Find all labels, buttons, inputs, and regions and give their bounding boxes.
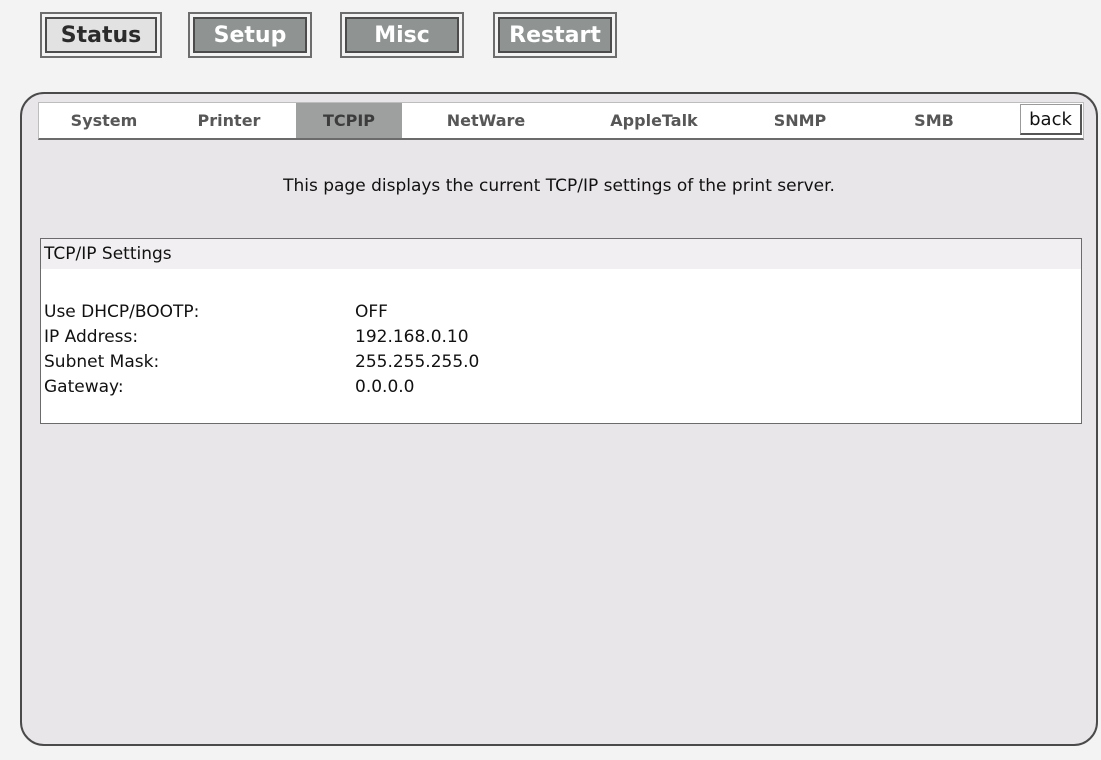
status-button[interactable]: Status (40, 12, 162, 58)
tab-smb[interactable]: SMB (889, 103, 979, 138)
tab-appletalk[interactable]: AppleTalk (579, 103, 729, 138)
tab-tcpip[interactable]: TCPIP (296, 103, 402, 138)
main-panel: System Printer TCPIP NetWare AppleTalk S… (20, 92, 1098, 746)
tab-system[interactable]: System (49, 103, 159, 138)
settings-row-gateway: Gateway: 0.0.0.0 (44, 374, 1074, 399)
back-button[interactable]: back (1020, 104, 1082, 135)
setting-value: 192.168.0.10 (355, 326, 469, 347)
settings-row-subnet-mask: Subnet Mask: 255.255.255.0 (44, 349, 1074, 374)
setting-label: Subnet Mask: (44, 351, 160, 372)
settings-row-dhcp: Use DHCP/BOOTP: OFF (44, 299, 1074, 324)
settings-row-ip-address: IP Address: 192.168.0.10 (44, 324, 1074, 349)
setup-button[interactable]: Setup (188, 12, 312, 58)
tab-netware[interactable]: NetWare (415, 103, 557, 138)
setting-label: IP Address: (44, 326, 139, 347)
settings-title: TCP/IP Settings (41, 239, 1081, 269)
setting-value: 255.255.255.0 (355, 351, 480, 372)
restart-button-label: Restart (498, 17, 612, 53)
setup-button-label: Setup (193, 17, 307, 53)
tcpip-settings-table: TCP/IP Settings Use DHCP/BOOTP: OFF IP A… (40, 238, 1082, 424)
status-button-label: Status (45, 17, 157, 53)
tab-printer[interactable]: Printer (179, 103, 279, 138)
settings-rows: Use DHCP/BOOTP: OFF IP Address: 192.168.… (44, 299, 1074, 399)
setting-value: OFF (355, 301, 388, 322)
tab-snmp[interactable]: SNMP (745, 103, 855, 138)
restart-button[interactable]: Restart (493, 12, 617, 58)
setting-label: Gateway: (44, 376, 124, 397)
misc-button-label: Misc (345, 17, 459, 53)
page: Status Setup Misc Restart System Printer… (0, 0, 1101, 760)
setting-label: Use DHCP/BOOTP: (44, 301, 200, 322)
misc-button[interactable]: Misc (340, 12, 464, 58)
page-description: This page displays the current TCP/IP se… (283, 176, 835, 196)
setting-value: 0.0.0.0 (355, 376, 415, 397)
tab-bar: System Printer TCPIP NetWare AppleTalk S… (38, 102, 1084, 140)
